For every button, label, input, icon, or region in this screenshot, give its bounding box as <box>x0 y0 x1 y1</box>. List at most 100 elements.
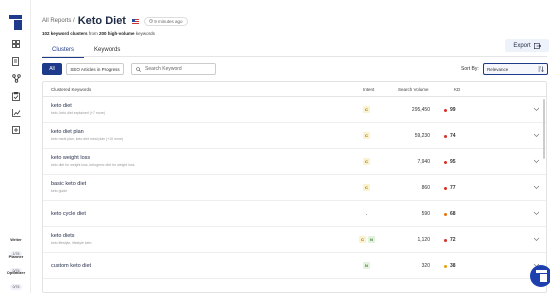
col-kd[interactable]: KD <box>454 87 460 92</box>
kd-dot <box>444 212 447 216</box>
usage-label: Optimizer <box>6 270 26 275</box>
clipboard-icon[interactable] <box>11 91 21 101</box>
chevron-down-icon[interactable] <box>533 133 540 138</box>
keyword-variants: keto meal plan, keto diet meal plan (+10… <box>51 137 124 141</box>
keyword-variants: keto diet for weight loss, ketogenic die… <box>51 163 135 167</box>
chevron-down-icon[interactable] <box>533 185 540 190</box>
search-box <box>131 63 216 75</box>
keyword-variants: keto, keto diet explained (+7 more) <box>51 111 105 115</box>
search-volume: 860 <box>421 185 430 191</box>
intent-badge: C <box>363 132 370 139</box>
chart-icon[interactable] <box>11 108 21 118</box>
breadcrumb: All Reports / Keto Diet 9 minutes ago <box>42 15 188 27</box>
table-row[interactable]: custom keto diet N 320 38 <box>43 253 546 279</box>
summary-tail: keywords <box>134 31 155 36</box>
col-clustered-keywords[interactable]: Clustered Keywords <box>51 87 91 92</box>
sort-icon <box>538 66 544 72</box>
usage-label: Planner <box>8 254 24 259</box>
sidebar: Writer 1/76 Planner 0/76 Optimizer 0/76 <box>0 0 31 293</box>
kd-value: 38 <box>450 263 456 269</box>
table-scrollbar[interactable] <box>543 99 545 159</box>
kd-value: 68 <box>450 211 456 217</box>
kd-score: 77 <box>444 185 456 191</box>
kd-dot <box>444 160 447 164</box>
sort-value: Relevance <box>487 66 509 72</box>
document-edit-icon[interactable] <box>11 56 21 66</box>
chevron-down-icon[interactable] <box>533 159 540 164</box>
intent-badges: C <box>363 106 370 113</box>
add-square-icon[interactable] <box>11 125 21 135</box>
search-volume: 59,230 <box>414 133 430 139</box>
keyword-name[interactable]: keto diet plan <box>51 129 84 135</box>
col-intent[interactable]: Intent <box>363 87 374 92</box>
keyword-name[interactable]: keto diets <box>51 233 75 239</box>
grid-icon[interactable] <box>11 39 21 49</box>
export-icon <box>533 42 541 49</box>
table-header: Clustered Keywords Intent Search Volume … <box>43 82 546 97</box>
network-icon[interactable] <box>11 73 21 83</box>
kd-value: 77 <box>450 185 456 191</box>
clock-icon <box>149 18 153 23</box>
keyword-name[interactable]: keto cycle diet <box>51 211 86 217</box>
breadcrumb-all-reports[interactable]: All Reports / <box>42 18 75 24</box>
keyword-variants: keto guide <box>51 189 68 193</box>
keyword-name[interactable]: keto weight loss <box>51 155 90 161</box>
table-row[interactable]: keto weight loss keto diet for weight los… <box>43 149 546 175</box>
table-row[interactable]: basic keto diet keto guide C 860 77 <box>43 175 546 201</box>
keyword-name[interactable]: custom keto diet <box>51 263 91 269</box>
sort-by-label: Sort By: <box>461 66 479 72</box>
intent-badge: N <box>363 262 370 269</box>
intent-badges: - <box>363 210 370 217</box>
keyword-name[interactable]: keto diet <box>51 103 72 109</box>
kd-value: 72 <box>450 237 456 243</box>
sort-select[interactable]: Relevance <box>483 63 548 75</box>
usage-label: Writer <box>10 237 22 242</box>
keyword-name[interactable]: basic keto diet <box>51 181 86 187</box>
table-row[interactable]: keto cycle diet - 590 68 <box>43 201 546 227</box>
search-keyword-input[interactable] <box>145 66 215 72</box>
us-flag-icon <box>131 18 139 24</box>
kd-dot <box>444 134 447 138</box>
search-volume: 295,450 <box>411 107 430 113</box>
intent-badge: C <box>363 184 370 191</box>
app: Writer 1/76 Planner 0/76 Optimizer 0/76 … <box>0 0 550 293</box>
table-row[interactable]: keto diet keto, keto diet explained (+7 m… <box>43 97 546 123</box>
app-logo-icon[interactable] <box>9 15 22 30</box>
filter-all-button[interactable]: All <box>42 63 62 75</box>
kd-dot <box>444 264 447 268</box>
export-label: Export <box>513 42 531 49</box>
chevron-down-icon[interactable] <box>533 211 540 216</box>
report-summary: 102 keyword clusters from 200 high-volum… <box>42 31 155 36</box>
chevron-down-icon[interactable] <box>533 107 540 112</box>
col-search-volume[interactable]: Search Volume <box>398 87 429 92</box>
help-chat-button[interactable] <box>530 265 550 287</box>
table-row[interactable]: keto diets keto lifestyle, lifestyle keto… <box>43 227 546 253</box>
table-body: keto diet keto, keto diet explained (+7 m… <box>43 97 546 279</box>
page-title: Keto Diet <box>77 15 126 27</box>
summary-connector: from <box>87 31 100 36</box>
kd-score: 95 <box>444 159 456 165</box>
search-volume: 1,120 <box>417 237 430 243</box>
clusters-table: Clustered Keywords Intent Search Volume … <box>42 81 547 293</box>
kd-score: 74 <box>444 133 456 139</box>
usage-optimizer: Optimizer 0/76 <box>3 270 29 293</box>
intent-badge: - <box>365 211 368 216</box>
intent-badge: N <box>368 236 375 243</box>
chevron-down-icon[interactable] <box>533 237 540 242</box>
kd-score: 38 <box>444 263 456 269</box>
search-volume: 320 <box>421 263 430 269</box>
updated-time: 9 minutes ago <box>154 18 183 24</box>
kd-dot <box>444 186 447 190</box>
search-volume: 590 <box>421 211 430 217</box>
table-row[interactable]: keto diet plan keto meal plan, keto diet … <box>43 123 546 149</box>
intent-badge: C <box>363 158 370 165</box>
kd-dot <box>444 108 447 112</box>
kd-value: 99 <box>450 107 456 113</box>
kd-value: 74 <box>450 133 456 139</box>
export-button[interactable]: Export <box>505 39 549 52</box>
search-volume: 7,940 <box>417 159 430 165</box>
intent-badges: CN <box>359 236 375 243</box>
keyword-volume: 200 high-volume <box>99 31 135 36</box>
app-logo-icon <box>535 270 547 282</box>
filter-seo-articles-button[interactable]: SEO Articles in Progress <box>66 63 124 75</box>
